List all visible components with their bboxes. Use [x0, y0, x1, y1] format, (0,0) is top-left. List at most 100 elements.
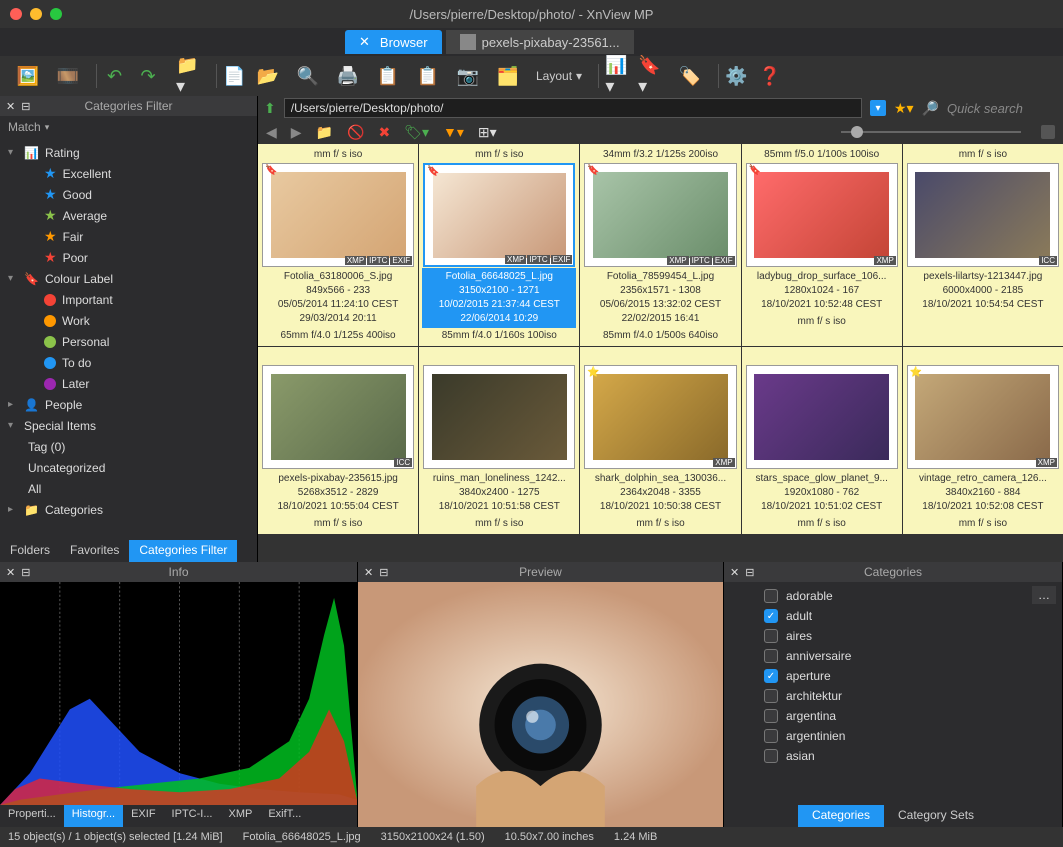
print-icon[interactable]: 🖨️ — [336, 64, 360, 88]
thumbnail-cell[interactable]: 34mm f/3.2 1/125s 200iso 🔖 XMPIPTCEXIF F… — [580, 144, 740, 346]
category-checkbox[interactable] — [764, 689, 778, 703]
rating-item[interactable]: ★Excellent — [0, 163, 257, 184]
category-item[interactable]: argentina — [724, 706, 1062, 726]
tab-iptc[interactable]: IPTC-I... — [164, 805, 221, 827]
rating-icon[interactable]: 📊▾ — [598, 64, 622, 88]
category-item[interactable]: anniversaire — [724, 646, 1062, 666]
rating-item[interactable]: ★Fair — [0, 226, 257, 247]
view-mode-icon[interactable]: ⊞▾ — [478, 124, 497, 141]
category-checkbox[interactable]: ✓ — [764, 669, 778, 683]
redo-icon[interactable]: ↷ — [136, 64, 160, 88]
thumbnail-size-slider[interactable] — [511, 125, 1055, 139]
thumbnail-cell[interactable]: ICC pexels-pixabay-235615.jpg 5268x3512 … — [258, 347, 418, 534]
tab-favorites[interactable]: Favorites — [60, 540, 129, 562]
paste-icon[interactable]: 📂 — [256, 64, 280, 88]
tag-mark-icon[interactable]: 🏷▾ — [404, 124, 429, 141]
thumbnail-cell[interactable]: stars_space_glow_planet_9... 1920x1080 -… — [742, 347, 902, 534]
category-item[interactable]: asian — [724, 746, 1062, 766]
tab-folders[interactable]: Folders — [0, 540, 60, 562]
rotate-icon[interactable]: 📁▾ — [176, 64, 200, 88]
special-item[interactable]: All — [0, 478, 257, 499]
close-tab-icon[interactable]: ✕ — [359, 34, 370, 50]
tab-category-sets[interactable]: Category Sets — [884, 805, 988, 827]
tab-histogram[interactable]: Histogr... — [64, 805, 123, 827]
thumbnail-cell[interactable]: mm f/ s iso 🔖 XMPIPTCEXIF Fotolia_631800… — [258, 144, 418, 346]
refresh-icon[interactable]: 🚫 — [347, 124, 364, 141]
path-dropdown-icon[interactable]: ▾ — [870, 100, 886, 116]
category-item[interactable]: ✓adult — [724, 606, 1062, 626]
tree-people[interactable]: ▸👤People — [0, 394, 257, 415]
slider-preset-icon[interactable] — [1041, 125, 1055, 139]
tab-categories[interactable]: Categories — [798, 805, 884, 827]
colour-item[interactable]: Personal — [0, 331, 257, 352]
bookmark-icon[interactable]: 🔖▾ — [638, 64, 662, 88]
rating-item[interactable]: ★Poor — [0, 247, 257, 268]
forward-icon[interactable]: ▶ — [291, 124, 302, 141]
thumbnail-cell[interactable]: ⭐ XMP vintage_retro_camera_126... 3840x2… — [903, 347, 1063, 534]
tree-special[interactable]: ▾Special Items — [0, 415, 257, 436]
rating-item[interactable]: ★Average — [0, 205, 257, 226]
compare-icon[interactable]: 🗂️ — [496, 64, 520, 88]
special-item[interactable]: Uncategorized — [0, 457, 257, 478]
quicksearch-placeholder[interactable]: Quick search — [947, 101, 1057, 116]
folder-icon[interactable]: 📁 — [316, 124, 333, 141]
quicksearch-icon[interactable]: 🔎 — [922, 100, 939, 117]
category-item[interactable]: adorable — [724, 586, 1062, 606]
undo-icon[interactable]: ↶ — [96, 64, 120, 88]
filter-icon[interactable]: ▼▾ — [443, 124, 464, 141]
capture-icon[interactable]: 📷 — [456, 64, 480, 88]
category-checkbox[interactable] — [764, 589, 778, 603]
thumbnail-cell[interactable]: ruins_man_loneliness_1242... 3840x2400 -… — [419, 347, 579, 534]
tab-xmp[interactable]: XMP — [221, 805, 261, 827]
category-checkbox[interactable] — [764, 709, 778, 723]
help-icon[interactable]: ❓ — [758, 64, 782, 88]
category-item[interactable]: aires — [724, 626, 1062, 646]
back-icon[interactable]: ◀ — [266, 124, 277, 141]
favorite-icon[interactable]: ★▾ — [894, 100, 914, 117]
status-filename: Fotolia_66648025_L.jpg — [243, 831, 361, 843]
thumbnail-cell[interactable]: ⭐ XMP shark_dolphin_sea_130036... 2364x2… — [580, 347, 740, 534]
fullscreen-icon[interactable]: 🖼️ — [16, 64, 40, 88]
colour-item[interactable]: Later — [0, 373, 257, 394]
category-checkbox[interactable] — [764, 629, 778, 643]
tab-exiftool[interactable]: ExifT... — [260, 805, 309, 827]
delete-icon[interactable]: ✖ — [378, 124, 390, 141]
rating-item[interactable]: ★Good — [0, 184, 257, 205]
tree-rating[interactable]: ▾📊Rating — [0, 142, 257, 163]
batch-icon[interactable]: 📋 — [416, 64, 440, 88]
settings-icon[interactable]: ⚙️ — [718, 64, 742, 88]
category-checkbox[interactable] — [764, 729, 778, 743]
layout-dropdown[interactable]: Layout ▾ — [536, 69, 582, 83]
special-item[interactable]: Tag (0) — [0, 436, 257, 457]
category-checkbox[interactable]: ✓ — [764, 609, 778, 623]
tab-browser[interactable]: ✕ Browser — [345, 30, 442, 54]
tree-categories[interactable]: ▸📁Categories — [0, 499, 257, 520]
category-item[interactable]: architektur — [724, 686, 1062, 706]
category-checkbox[interactable] — [764, 749, 778, 763]
tag-icon[interactable]: 🏷️ — [678, 64, 702, 88]
up-folder-icon[interactable]: ⬆ — [264, 100, 276, 117]
copy-icon[interactable]: 📄 — [216, 64, 240, 88]
colour-item[interactable]: To do — [0, 352, 257, 373]
match-dropdown[interactable]: Match▾ — [0, 116, 257, 138]
convert-icon[interactable]: 📋 — [376, 64, 400, 88]
tab-categories-filter[interactable]: Categories Filter — [129, 540, 237, 562]
tab-properties[interactable]: Properti... — [0, 805, 64, 827]
colour-item[interactable]: Important — [0, 289, 257, 310]
colour-item[interactable]: Work — [0, 310, 257, 331]
path-input[interactable] — [284, 98, 862, 118]
thumbnail-cell[interactable]: 85mm f/5.0 1/100s 100iso 🔖 XMP ladybug_d… — [742, 144, 902, 346]
thumbnail-cell[interactable]: mm f/ s iso ICC pexels-lilartsy-1213447.… — [903, 144, 1063, 346]
categories-options-button[interactable]: … — [1032, 586, 1056, 604]
category-item[interactable]: ✓aperture — [724, 666, 1062, 686]
tab-image[interactable]: pexels-pixabay-23561... — [446, 30, 634, 54]
search-icon[interactable]: 🔍 — [296, 64, 320, 88]
category-item[interactable]: argentinien — [724, 726, 1062, 746]
thumbnail-cell[interactable]: mm f/ s iso 🔖 XMPIPTCEXIF Fotolia_666480… — [419, 144, 579, 346]
categories-filter-panel: ✕ ⊟ Categories Filter Match▾ ▾📊Rating ★E… — [0, 96, 258, 562]
tab-exif[interactable]: EXIF — [123, 805, 163, 827]
tree-colour-label[interactable]: ▾🔖Colour Label — [0, 268, 257, 289]
slideshow-icon[interactable]: 🎞️ — [56, 64, 80, 88]
category-checkbox[interactable] — [764, 649, 778, 663]
preview-image — [358, 582, 723, 827]
